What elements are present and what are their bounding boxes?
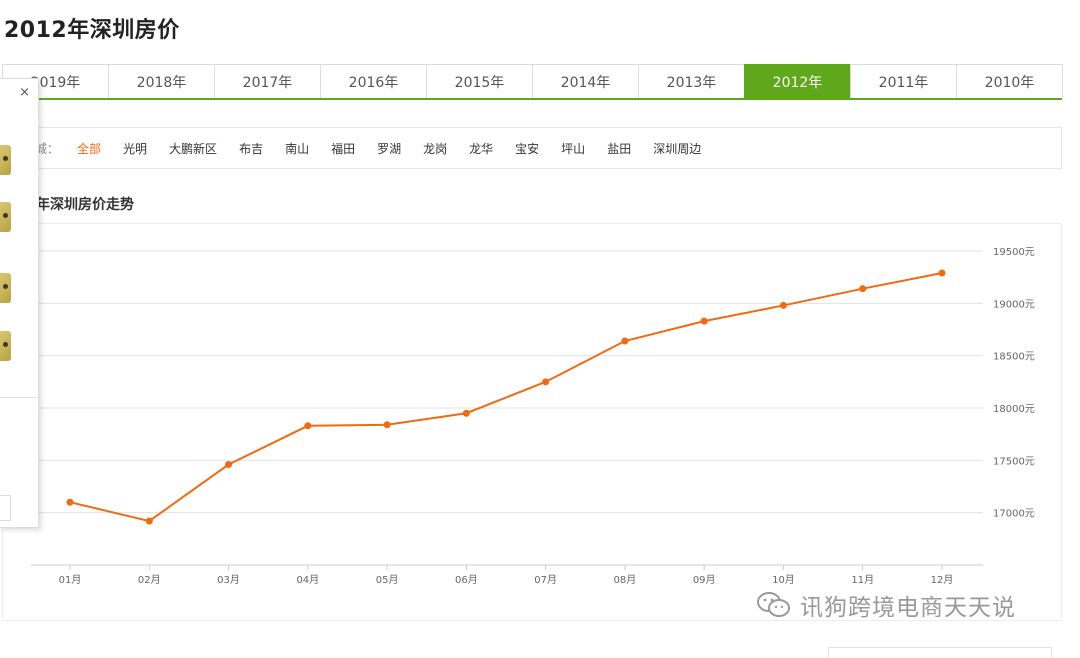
x-tick-label: 02月 — [138, 574, 161, 586]
thumbnail-image[interactable] — [0, 331, 11, 361]
x-tick-label: 08月 — [614, 574, 637, 586]
price-trend-chart: 17000元 17500元 18000元 18500元 19000元 19500元 01月 0… — [31, 247, 1035, 586]
thumbnail-image[interactable] — [0, 145, 11, 175]
y-tick-label: 19500元 — [993, 247, 1035, 258]
x-tick-label: 05月 — [376, 574, 399, 586]
data-point — [383, 421, 391, 429]
page-title: 2012年深圳房价 — [4, 18, 180, 43]
x-tick-label: 03月 — [217, 574, 240, 586]
chart-section-title: 年深圳房价走势 — [36, 197, 134, 213]
year-tab[interactable]: 2011年 — [850, 64, 957, 98]
watermark: 讯狗跨境电商天天说 — [756, 588, 1016, 622]
x-tick-label: 06月 — [455, 574, 478, 586]
chart-container: 17000元 17500元 18000元 18500元 19000元 19500元 01月 0… — [2, 223, 1062, 621]
y-tick-label: 17500元 — [993, 456, 1035, 467]
side-panel-button[interactable] — [0, 495, 11, 521]
district-filter-item[interactable]: 全部 — [77, 140, 101, 157]
x-tick-label: 07月 — [534, 574, 557, 586]
district-filter-item[interactable]: 南山 — [285, 140, 309, 157]
data-point — [225, 461, 233, 469]
year-tabs: 2019年 2018年 2017年 2016年 2015年 2014年 2013年 2012年… — [2, 64, 1063, 100]
y-tick-label: 19000元 — [993, 299, 1035, 310]
year-tab[interactable]: 2012年 — [744, 64, 851, 98]
district-filter-item[interactable]: 布吉 — [239, 140, 263, 157]
data-point — [145, 517, 153, 525]
district-filter-item[interactable]: 大鹏新区 — [169, 140, 217, 157]
series-line — [69, 271, 943, 523]
district-filter-item[interactable]: 福田 — [331, 140, 355, 157]
data-point — [462, 409, 470, 417]
district-filter-item[interactable]: 罗湖 — [377, 140, 401, 157]
data-point — [700, 317, 708, 325]
data-point — [542, 378, 550, 386]
x-tick-label: 04月 — [296, 574, 319, 586]
y-tick-label: 17000元 — [993, 509, 1035, 520]
x-tick-label: 11月 — [851, 574, 874, 586]
district-filter-item[interactable]: 坪山 — [561, 140, 585, 157]
watermark-text: 讯狗跨境电商天天说 — [800, 595, 1016, 621]
district-filter-item[interactable]: 宝安 — [515, 140, 539, 157]
wechat-icon — [757, 592, 790, 617]
district-filter-item[interactable]: 龙华 — [469, 140, 493, 157]
x-tick-label: 09月 — [693, 574, 716, 586]
x-tick-label: 01月 — [59, 574, 82, 586]
year-tab[interactable]: 2017年 — [214, 64, 321, 98]
data-point — [938, 269, 946, 277]
district-filter-item[interactable]: 盐田 — [607, 140, 631, 157]
y-tick-label: 18500元 — [993, 352, 1035, 363]
data-point — [621, 337, 629, 345]
year-tab[interactable]: 2015年 — [426, 64, 533, 98]
year-tab[interactable]: 2016年 — [320, 64, 427, 98]
close-icon[interactable]: × — [19, 85, 30, 100]
divider — [0, 397, 38, 398]
district-filter-item[interactable]: 龙岗 — [423, 140, 447, 157]
x-tick-label: 12月 — [931, 574, 954, 586]
year-tab[interactable]: 2010年 — [956, 64, 1063, 98]
y-tick-label: 18000元 — [993, 404, 1035, 415]
data-point — [66, 498, 74, 506]
year-tab[interactable]: 2013年 — [638, 64, 745, 98]
district-filter-item[interactable]: 光明 — [123, 140, 147, 157]
thumbnail-image[interactable] — [0, 273, 11, 303]
thumbnail-image[interactable] — [0, 202, 11, 232]
year-tab[interactable]: 2014年 — [532, 64, 639, 98]
district-filter-item[interactable]: 深圳周边 — [653, 140, 701, 157]
data-point — [304, 422, 312, 430]
year-tab[interactable]: 2018年 — [108, 64, 215, 98]
district-filter-bar: 城： 全部 光明 大鹏新区 布吉 南山 福田 罗湖 龙岗 龙华 宝安 坪山 盐田 深圳周边 — [2, 127, 1062, 169]
data-point — [779, 301, 787, 309]
x-tick-label: 10月 — [772, 574, 795, 586]
data-point — [859, 285, 867, 293]
floating-side-panel: × — [0, 78, 39, 528]
